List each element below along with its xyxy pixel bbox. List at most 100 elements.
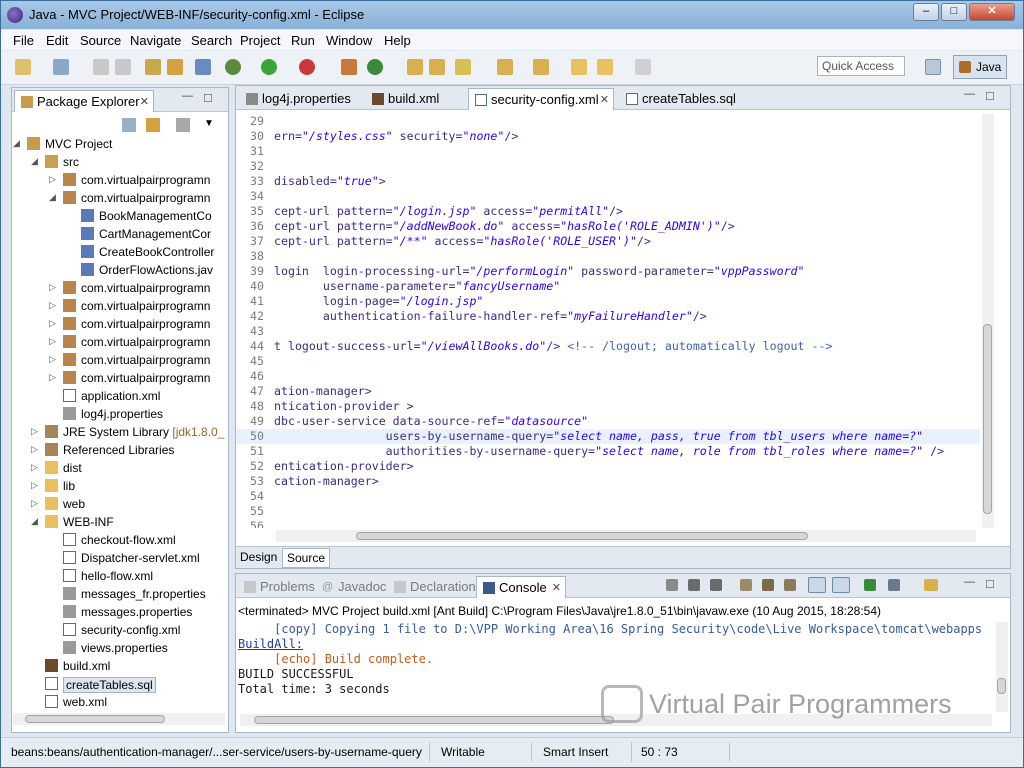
menu-window[interactable]: Window [326,33,372,48]
tab-build-xml[interactable]: build.xml [366,88,456,110]
external-tools-icon[interactable] [299,59,315,75]
tree-item[interactable]: ▷ com.virtualpairprogramn [13,171,225,189]
code-line[interactable]: 30 ern="/styles.css" security="none"/> [236,129,980,144]
expand-arrow-icon[interactable]: ▷ [49,318,56,329]
new-java-project-icon[interactable] [341,59,357,75]
view-menu-icon[interactable]: ▼ [204,118,214,129]
collapse-arrow-icon[interactable]: ◢ [13,138,20,149]
maximize-view-icon[interactable]: □ [204,90,212,105]
menu-project[interactable]: Project [240,33,280,48]
code-line[interactable]: 46 [236,369,980,384]
terminate-icon[interactable] [666,579,678,591]
new-class-icon[interactable] [367,59,383,75]
menu-help[interactable]: Help [384,33,411,48]
tree-item[interactable]: ▷ com.virtualpairprogramn [13,297,225,315]
tree-item[interactable]: ▷ com.virtualpairprogramn [13,333,225,351]
remove-all-launches-icon[interactable] [710,579,722,591]
tree-item[interactable]: ▷ JRE System Library [jdk1.8.0_5 [13,423,225,441]
forward-icon[interactable] [635,59,651,75]
menu-navigate[interactable]: Navigate [130,33,181,48]
link-with-editor-icon[interactable] [146,118,160,132]
close-tab-icon[interactable]: ✕ [552,581,561,594]
tab-package-explorer[interactable]: Package Explorer ✕ [14,90,154,112]
next-annotation-icon[interactable] [497,59,513,75]
focus-task-icon[interactable] [176,118,190,132]
new-type-icon[interactable] [53,59,69,75]
tab-createtables-sql[interactable]: createTables.sql [620,88,740,110]
tree-item[interactable]: ◢ MVC Project [13,135,225,153]
tab-source[interactable]: Source [282,548,331,568]
tree-item[interactable]: views.properties [13,639,225,657]
tree-item[interactable]: createTables.sql [13,675,225,693]
code-line[interactable]: 48 ntication-provider > [236,399,980,414]
tree-item[interactable]: CreateBookController [13,243,225,261]
tree-horizontal-scrollbar[interactable] [13,713,225,725]
previous-annotation-icon[interactable] [533,59,549,75]
tab-javadoc[interactable]: @ Javadoc [316,576,386,598]
open-perspective-icon[interactable] [925,59,941,75]
run-icon[interactable] [261,59,277,75]
minimize-button[interactable]: – [913,3,939,21]
menu-run[interactable]: Run [291,33,315,48]
code-line[interactable]: 45 [236,354,980,369]
expand-arrow-icon[interactable]: ▷ [31,498,38,509]
menu-search[interactable]: Search [191,33,232,48]
code-line[interactable]: 49 dbc-user-service data-source-ref="data… [236,414,980,429]
maximize-console-icon[interactable]: □ [986,576,994,591]
tree-item[interactable]: hello-flow.xml [13,567,225,585]
collapse-arrow-icon[interactable]: ◢ [31,156,38,167]
expand-arrow-icon[interactable]: ▷ [49,372,56,383]
tree-item[interactable]: Dispatcher-servlet.xml [13,549,225,567]
tree-item[interactable]: web.xml [13,693,225,711]
close-tab-icon[interactable]: ✕ [140,95,149,108]
scroll-lock-icon[interactable] [762,579,774,591]
expand-arrow-icon[interactable]: ▷ [49,336,56,347]
back-icon[interactable] [597,59,613,75]
code-line[interactable]: 56 [236,519,980,528]
code-line[interactable]: 44 t logout-success-url="/viewAllBooks.do… [236,339,980,354]
tree-scroll-thumb[interactable] [25,715,165,723]
tree-item[interactable]: ▷ com.virtualpairprogramn [13,315,225,333]
last-edit-icon[interactable] [571,59,587,75]
pen-icon[interactable] [455,59,471,75]
tab-log4j-properties[interactable]: log4j.properties [240,88,352,110]
code-line[interactable]: 34 [236,189,980,204]
code-line[interactable]: 39 login login-processing-url="/performLo… [236,264,980,279]
code-line[interactable]: 41 login-page="/login.jsp" [236,294,980,309]
new-icon[interactable] [15,59,31,75]
java-perspective-button[interactable]: Java [953,55,1007,79]
code-line[interactable]: 51 authorities-by-username-query="select… [236,444,980,459]
tree-item[interactable]: checkout-flow.xml [13,531,225,549]
minimize-editor-icon[interactable]: — [964,88,975,100]
remove-launch-icon[interactable] [688,579,700,591]
code-line[interactable]: 36 cept-url pattern="/addNewBook.do" acce… [236,219,980,234]
code-line[interactable]: 52 entication-provider> [236,459,980,474]
tab-problems[interactable]: Problems [238,576,315,598]
maximize-button[interactable]: □ [941,3,967,21]
expand-arrow-icon[interactable]: ▷ [31,444,38,455]
expand-arrow-icon[interactable]: ▷ [31,480,38,491]
tree-item[interactable]: OrderFlowActions.jav [13,261,225,279]
quick-access-input[interactable]: Quick Access [817,56,905,76]
tree-item[interactable]: ◢ WEB-INF [13,513,225,531]
tree-item[interactable]: log4j.properties [13,405,225,423]
code-line[interactable]: 53 cation-manager> [236,474,980,489]
code-line[interactable]: 33 disabled="true"> [236,174,980,189]
show-on-output-icon[interactable] [808,577,826,593]
tree-item[interactable]: messages.properties [13,603,225,621]
save-all-icon[interactable] [115,59,131,75]
tree-item[interactable]: ▷ com.virtualpairprogramn [13,369,225,387]
menu-edit[interactable]: Edit [46,33,68,48]
minimize-console-icon[interactable]: — [964,576,975,588]
code-line[interactable]: 43 [236,324,980,339]
code-line[interactable]: 37 cept-url pattern="/**" access="hasRole… [236,234,980,249]
tab-declaration[interactable]: Declaration [388,576,476,598]
menu-file[interactable]: File [13,33,34,48]
open-folder-icon[interactable] [407,59,423,75]
code-line[interactable]: 42 authentication-failure-handler-ref="m… [236,309,980,324]
editor-hscroll-thumb[interactable] [356,532,808,540]
close-window-button[interactable]: ✕ [969,3,1015,21]
tab-design[interactable]: Design [240,550,277,564]
save-icon[interactable] [93,59,109,75]
search-folder-icon[interactable] [429,59,445,75]
